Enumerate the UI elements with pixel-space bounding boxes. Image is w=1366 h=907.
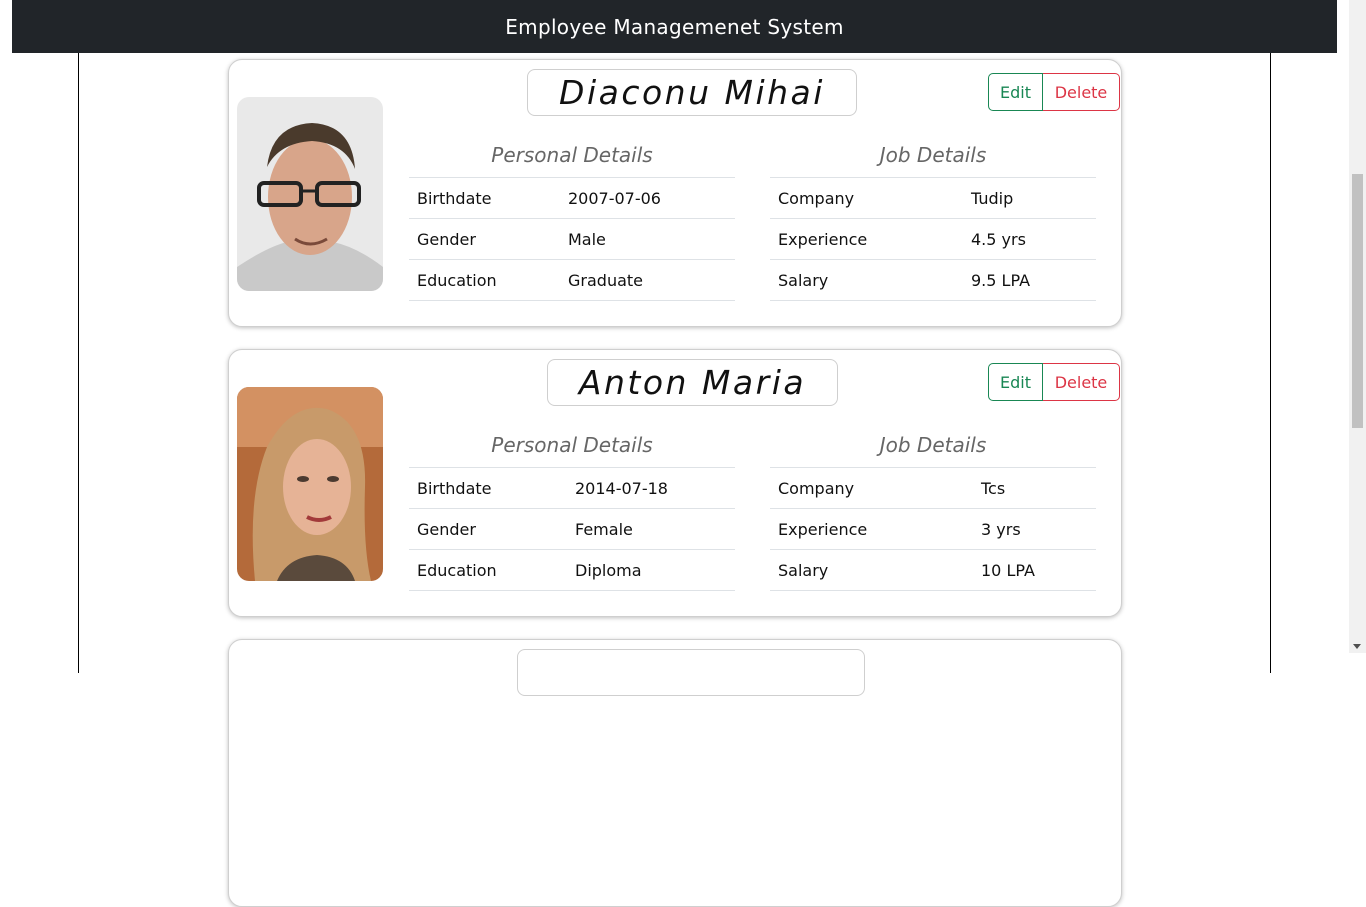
job-details-section: Job Details Company Tudip Experience 4.5… xyxy=(770,140,1096,301)
edit-button[interactable]: Edit xyxy=(988,73,1043,111)
gender-value: Female xyxy=(575,519,633,539)
row-label: Company xyxy=(778,188,855,208)
scrollbar-thumb[interactable] xyxy=(1352,174,1363,428)
row-label: Salary xyxy=(778,560,829,580)
card-actions: Edit Delete xyxy=(988,73,1120,111)
education-value: Graduate xyxy=(568,270,643,290)
employee-photo xyxy=(237,97,383,291)
card-actions: Edit Delete xyxy=(988,363,1120,401)
app-header: Employee Managemenet System xyxy=(12,0,1337,53)
job-details-section: Job Details Company Tcs Experience 3 yrs… xyxy=(770,430,1096,591)
row-label: Gender xyxy=(417,519,476,539)
app-title: Employee Managemenet System xyxy=(505,14,844,39)
experience-value: 3 yrs xyxy=(981,519,1021,539)
delete-button[interactable]: Delete xyxy=(1043,363,1120,401)
employee-name: Diaconu Mihai xyxy=(527,69,857,116)
salary-value: 10 LPA xyxy=(981,560,1035,580)
birthdate-value: 2014-07-18 xyxy=(575,478,668,498)
row-label: Birthdate xyxy=(417,478,492,498)
table-row: Gender Male xyxy=(409,219,735,260)
salary-value: 9.5 LPA xyxy=(971,270,1031,290)
table-row: Company Tcs xyxy=(770,468,1096,509)
row-label: Company xyxy=(778,478,855,498)
scroll-down-icon[interactable] xyxy=(1353,644,1361,649)
table-row: Company Tudip xyxy=(770,178,1096,219)
employee-card: Anton Maria Edit Delete Personal Details… xyxy=(228,349,1122,617)
table-row: Experience 3 yrs xyxy=(770,509,1096,550)
employee-card xyxy=(228,639,1122,907)
personal-details-title: Personal Details xyxy=(409,430,735,468)
row-label: Gender xyxy=(417,229,476,249)
personal-details-section: Personal Details Birthdate 2007-07-06 Ge… xyxy=(409,140,735,301)
gender-value: Male xyxy=(568,229,606,249)
birthdate-value: 2007-07-06 xyxy=(568,188,661,208)
row-label: Birthdate xyxy=(417,188,492,208)
table-row: Education Graduate xyxy=(409,260,735,301)
personal-details-section: Personal Details Birthdate 2014-07-18 Ge… xyxy=(409,430,735,591)
row-label: Education xyxy=(417,270,497,290)
table-row: Experience 4.5 yrs xyxy=(770,219,1096,260)
employee-name xyxy=(517,649,865,696)
employee-name-text: Diaconu Mihai xyxy=(559,73,825,112)
table-row: Birthdate 2007-07-06 xyxy=(409,178,735,219)
table-row: Education Diploma xyxy=(409,550,735,591)
personal-details-title: Personal Details xyxy=(409,140,735,178)
table-row: Birthdate 2014-07-18 xyxy=(409,468,735,509)
row-label: Salary xyxy=(778,270,829,290)
employee-card: Diaconu Mihai Edit Delete Personal Detai… xyxy=(228,59,1122,327)
row-label: Experience xyxy=(778,229,868,249)
company-value: Tcs xyxy=(981,478,1006,498)
job-details-title: Job Details xyxy=(770,140,1096,178)
employee-name-text: Anton Maria xyxy=(578,363,807,402)
delete-button[interactable]: Delete xyxy=(1043,73,1120,111)
row-label: Experience xyxy=(778,519,868,539)
company-value: Tudip xyxy=(971,188,1014,208)
table-row: Salary 9.5 LPA xyxy=(770,260,1096,301)
table-row: Salary 10 LPA xyxy=(770,550,1096,591)
job-details-title: Job Details xyxy=(770,430,1096,468)
employee-name: Anton Maria xyxy=(547,359,838,406)
education-value: Diploma xyxy=(575,560,642,580)
scrollbar[interactable] xyxy=(1349,0,1366,653)
row-label: Education xyxy=(417,560,497,580)
edit-button[interactable]: Edit xyxy=(988,363,1043,401)
employee-photo xyxy=(237,387,383,581)
experience-value: 4.5 yrs xyxy=(971,229,1026,249)
table-row: Gender Female xyxy=(409,509,735,550)
